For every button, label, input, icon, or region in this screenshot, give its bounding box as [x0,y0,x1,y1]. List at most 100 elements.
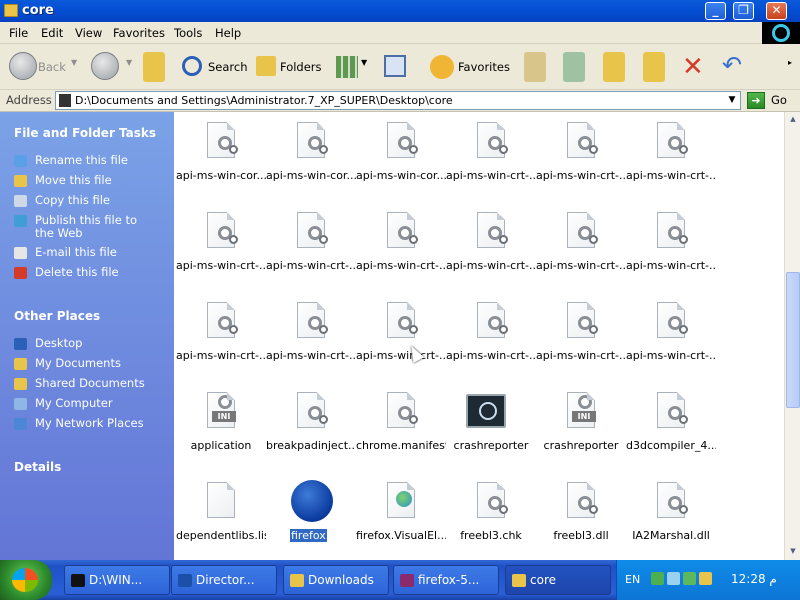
favorites-button[interactable]: Favorites [458,60,510,74]
file-task-label[interactable]: E-mail this file [35,246,155,259]
taskbar-item[interactable]: D:\WIN... [64,565,170,595]
file-item[interactable]: freebl3.chk [446,476,536,560]
file-name[interactable]: freebl3.dll [536,529,626,542]
other-place-label[interactable]: Shared Documents [35,377,155,390]
menu-edit[interactable]: Edit [41,26,63,40]
file-name[interactable]: api-ms-win-crt-... [626,349,716,362]
forward-button[interactable] [91,52,119,80]
file-item[interactable]: freebl3.dll [536,476,626,560]
file-task-label[interactable]: Delete this file [35,266,155,279]
file-item[interactable]: api-ms-win-crt-... [536,116,626,204]
file-item[interactable]: firefox [266,476,356,560]
file-name[interactable]: api-ms-win-crt-... [356,259,446,272]
undo-icon[interactable]: ↶ [722,53,742,84]
folders-icon[interactable] [256,56,276,76]
file-name[interactable]: crashreporter [536,439,626,452]
file-item[interactable]: crashreporter [446,386,536,474]
file-task-label[interactable]: Copy this file [35,194,155,207]
file-item[interactable]: api-ms-win-crt-... [626,296,716,384]
taskbar-item[interactable]: Downloads [283,565,389,595]
up-folder-icon[interactable] [143,52,165,82]
file-name[interactable]: api-ms-win-crt-... [266,349,356,362]
file-task-label[interactable]: Publish this file to the Web [35,214,155,240]
file-name[interactable]: breakpadinject... [266,439,356,452]
file-item[interactable]: api-ms-win-crt-... [446,116,536,204]
scroll-thumb[interactable] [786,272,800,408]
file-name[interactable]: IA2Marshal.dll [626,529,716,542]
menu-tools[interactable]: Tools [174,26,202,40]
forward-dropdown-icon[interactable]: ▼ [126,58,132,67]
file-name[interactable]: api-ms-win-crt-... [536,349,626,362]
other-places-title[interactable]: Other Places [14,309,100,323]
wand-icon[interactable] [699,572,712,585]
file-item[interactable]: api-ms-win-cor... [356,116,446,204]
toolbar-overflow-icon[interactable]: ▸ [788,58,792,88]
menu-favorites[interactable]: Favorites [113,26,165,40]
file-item[interactable]: api-ms-win-cor... [266,116,356,204]
other-place-label[interactable]: Desktop [35,337,155,350]
file-name[interactable]: freebl3.chk [446,529,536,542]
views-icon[interactable] [336,56,358,78]
file-item[interactable]: INI crashreporter [536,386,626,474]
file-name[interactable]: api-ms-win-crt-... [626,169,716,182]
home-icon[interactable] [384,55,406,77]
menu-view[interactable]: View [75,26,102,40]
safely-remove-icon[interactable] [683,572,696,585]
views-dropdown-icon[interactable]: ▼ [361,58,367,67]
move-to-icon[interactable] [603,52,625,82]
file-name[interactable]: firefox.VisualEl... [356,529,446,542]
file-name[interactable]: chrome.manifest [356,439,446,452]
security-icon[interactable] [651,572,664,585]
address-value[interactable]: D:\Documents and Settings\Administrator.… [75,94,453,107]
start-button[interactable] [0,560,52,600]
file-name[interactable]: dependentlibs.list [176,529,266,542]
close-button[interactable]: ✕ [766,2,787,20]
address-dropdown-icon[interactable]: ▼ [724,92,740,109]
file-name[interactable]: api-ms-win-crt-... [536,169,626,182]
file-name[interactable]: firefox [289,528,328,543]
file-item[interactable]: breakpadinject... [266,386,356,474]
scroll-down-icon[interactable]: ▼ [786,544,800,558]
file-item[interactable]: api-ms-win-crt-... [536,206,626,294]
file-name[interactable]: api-ms-win-crt-... [536,259,626,272]
file-task-label[interactable]: Move this file [35,174,155,187]
file-item[interactable]: api-ms-win-crt-... [356,296,446,384]
language-indicator[interactable]: EN [625,573,640,586]
file-name[interactable]: crashreporter [446,439,536,452]
file-item[interactable]: chrome.manifest [356,386,446,474]
other-place-label[interactable]: My Documents [35,357,155,370]
menu-help[interactable]: Help [215,26,241,40]
folders-button[interactable]: Folders [280,60,322,74]
file-item[interactable]: IA2Marshal.dll [626,476,716,560]
file-item[interactable]: firefox.VisualEl... [356,476,446,560]
file-name[interactable]: api-ms-win-crt-... [176,259,266,272]
taskbar-item[interactable]: core [505,565,611,595]
file-item[interactable]: dependentlibs.list [176,476,266,560]
file-folder-tasks-title[interactable]: File and Folder Tasks [14,126,156,140]
file-item[interactable]: d3dcompiler_4... [626,386,716,474]
go-button[interactable]: Go [771,93,787,107]
file-name[interactable]: api-ms-win-cor... [266,169,356,182]
details-title[interactable]: Details [14,460,61,474]
taskbar-item[interactable]: Director... [171,565,277,595]
search-button[interactable]: Search [208,60,248,74]
menu-file[interactable]: File [9,26,28,40]
maximize-view-icon[interactable] [563,52,585,82]
file-item[interactable]: api-ms-win-crt-... [266,206,356,294]
file-name[interactable]: api-ms-win-cor... [176,169,266,182]
file-item[interactable]: api-ms-win-crt-... [266,296,356,384]
file-item[interactable]: api-ms-win-crt-... [446,206,536,294]
file-item[interactable]: api-ms-win-crt-... [626,116,716,204]
minimize-button[interactable]: _ [705,2,726,20]
file-item[interactable]: api-ms-win-crt-... [446,296,536,384]
address-input[interactable]: D:\Documents and Settings\Administrator.… [55,91,741,110]
file-name[interactable]: api-ms-win-crt-... [356,349,446,362]
other-place-label[interactable]: My Network Places [35,417,155,430]
file-name[interactable]: api-ms-win-crt-... [266,259,356,272]
network-icon[interactable] [667,572,680,585]
file-item[interactable]: api-ms-win-crt-... [356,206,446,294]
go-arrow-icon[interactable]: ➜ [747,92,765,109]
file-name[interactable]: d3dcompiler_4... [626,439,716,452]
file-item[interactable]: api-ms-win-crt-... [626,206,716,294]
other-place-label[interactable]: My Computer [35,397,155,410]
